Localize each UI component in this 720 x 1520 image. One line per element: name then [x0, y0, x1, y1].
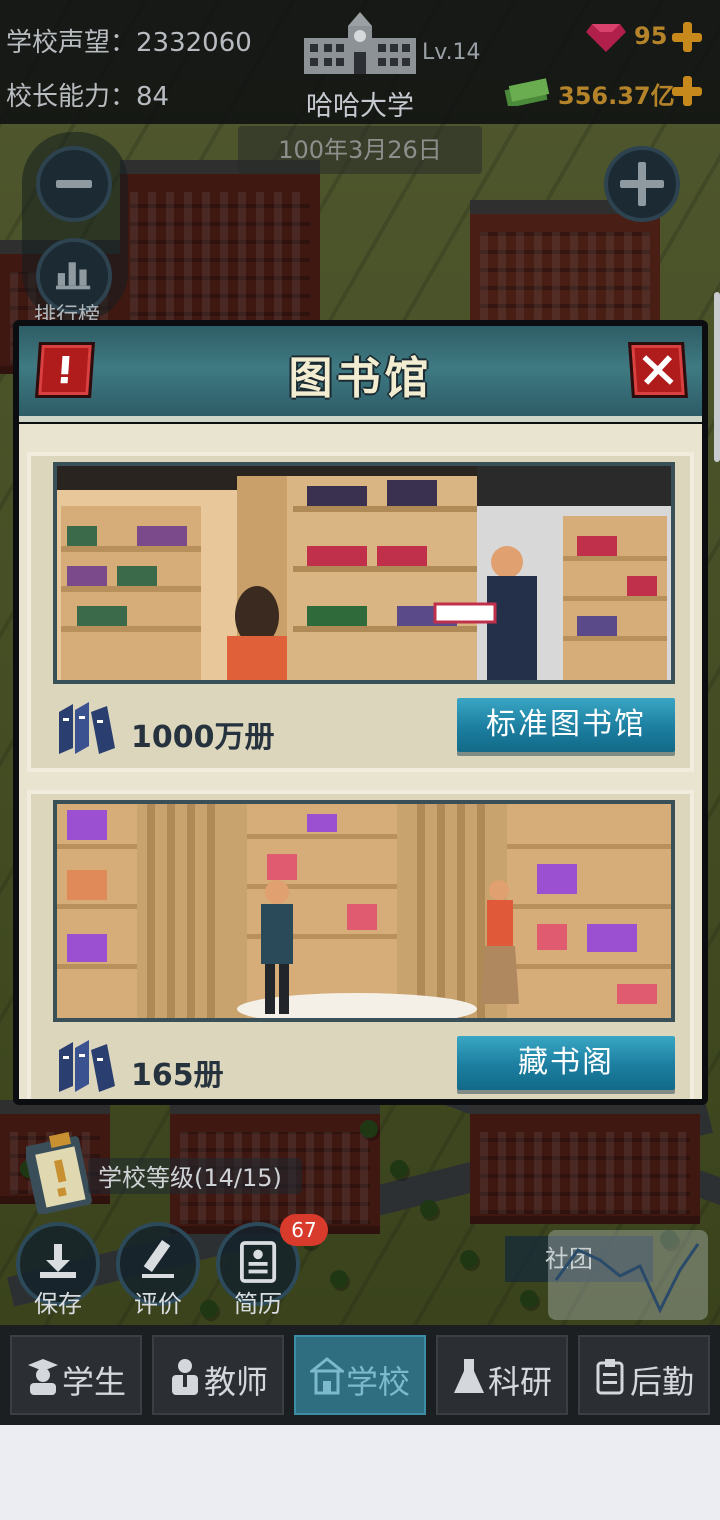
close-icon — [642, 355, 674, 385]
zoom-in-button[interactable] — [604, 146, 680, 222]
review-label: 评价 — [134, 1290, 182, 1318]
tab-logistics[interactable]: 后勤 — [578, 1335, 710, 1415]
book-count: 1000万册 — [131, 720, 275, 755]
teacher-icon — [172, 1359, 198, 1395]
tab-school[interactable]: 学校 — [294, 1335, 426, 1415]
school-level-text: 学校等级(14/15) — [98, 1164, 282, 1192]
plus-icon-bar — [620, 180, 664, 188]
add-gems-plus-icon[interactable] — [672, 22, 702, 52]
download-icon — [40, 1244, 76, 1278]
money-count: 356.37亿 — [558, 82, 675, 110]
gem-count: 95 — [634, 22, 668, 50]
modal-header: 图书馆 — [19, 326, 702, 422]
tab-research[interactable]: 科研 — [436, 1335, 568, 1415]
top-hud: 学校声望：2332060 校长能力：84 Lv.14 哈哈大学 95 356.3… — [0, 0, 720, 124]
resume-label: 简历 — [234, 1290, 282, 1318]
principal-ability-text: 校长能力：84 — [6, 82, 170, 112]
game-date: 100年3月26日 — [238, 126, 482, 174]
resume-icon — [240, 1241, 277, 1283]
add-money-plus-icon[interactable] — [672, 76, 702, 106]
pavilion-scene-image — [57, 804, 671, 1018]
flask-icon — [454, 1359, 484, 1393]
save-label: 保存 — [34, 1290, 82, 1318]
pencil-icon — [142, 1240, 174, 1278]
library-option-card[interactable]: 165册 藏书阁 — [27, 790, 694, 1099]
modal-body[interactable]: 1000万册 标准图书馆 165册 藏书阁 — [19, 424, 702, 1099]
tab-teachers[interactable]: 教师 — [152, 1335, 284, 1415]
student-icon — [28, 1359, 58, 1395]
modal-title: 图书馆 — [288, 353, 433, 404]
school-level-badge: Lv.14 — [422, 40, 481, 65]
books-icon — [59, 702, 115, 754]
bottom-tab-bar: 学生 教师 学校 科研 后勤 — [0, 1325, 720, 1425]
tab-label: 学生 — [62, 1363, 127, 1401]
library-scene-image — [57, 466, 671, 680]
tab-label: 学校 — [346, 1363, 411, 1401]
chart-icon — [56, 262, 91, 290]
school-icon — [310, 1357, 344, 1395]
tab-label: 后勤 — [630, 1363, 695, 1401]
book-pavilion-illustration — [53, 800, 675, 1022]
tab-students[interactable]: 学生 — [10, 1335, 142, 1415]
standard-library-illustration — [53, 462, 675, 684]
library-modal: 图书馆 1000万册 标准图书馆 165册 藏书阁 — [13, 320, 708, 1105]
library-option-card[interactable]: 1000万册 标准图书馆 — [27, 452, 694, 772]
tab-label: 科研 — [488, 1363, 553, 1401]
gem-icon — [586, 24, 626, 52]
school-building-icon — [304, 12, 416, 74]
reputation-text: 学校声望：2332060 — [6, 28, 252, 58]
clipboard-icon[interactable] — [26, 1130, 94, 1214]
book-pavilion-button[interactable]: 藏书阁 — [457, 1036, 675, 1090]
empty-bottom-area — [0, 1425, 720, 1520]
school-name: 哈哈大学 — [306, 91, 414, 122]
notification-badge: 67 — [280, 1214, 328, 1246]
zoom-out-button[interactable] — [36, 146, 112, 222]
minus-icon — [56, 180, 92, 188]
books-icon — [59, 1040, 115, 1092]
trend-chart-icon[interactable] — [548, 1230, 708, 1320]
logistics-icon — [596, 1359, 624, 1395]
book-count: 165册 — [131, 1058, 224, 1093]
standard-library-button[interactable]: 标准图书馆 — [457, 698, 675, 752]
close-button[interactable] — [628, 342, 688, 398]
scroll-indicator — [714, 292, 720, 462]
money-icon — [504, 78, 550, 106]
tab-label: 教师 — [204, 1363, 269, 1401]
